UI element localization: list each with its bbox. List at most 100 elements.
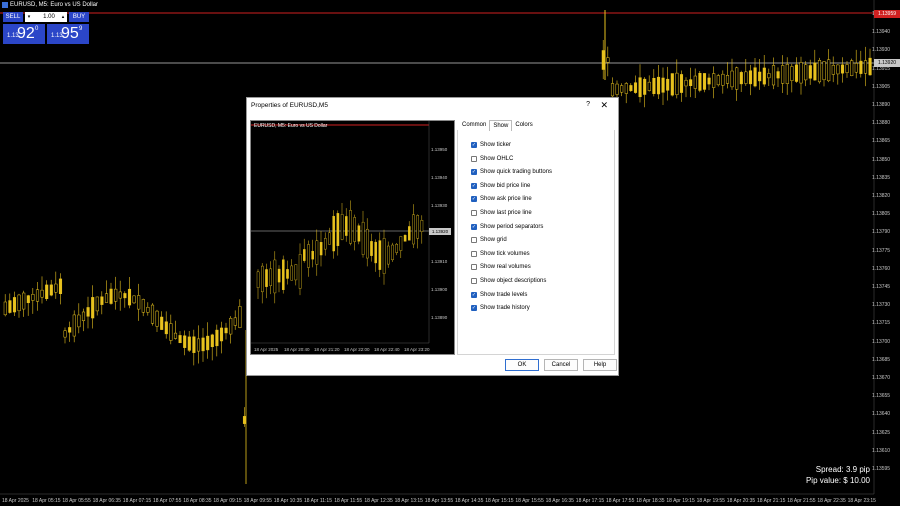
option-checkbox[interactable] xyxy=(471,278,477,284)
option-label: Show OHLC xyxy=(480,155,514,162)
option-checkbox[interactable]: ✓ xyxy=(471,182,477,189)
preview-candle xyxy=(265,263,268,299)
candle xyxy=(840,57,845,83)
candle xyxy=(164,311,168,339)
candle xyxy=(758,58,762,90)
option-label: Show period separators xyxy=(480,223,544,230)
bid-sup-digit: 0 xyxy=(35,26,39,32)
preview-candle xyxy=(374,239,377,272)
help-button[interactable]: Help xyxy=(583,359,617,371)
price-axis-label: 1.13685 xyxy=(872,356,891,363)
lot-decrease-icon[interactable]: ▾ xyxy=(26,12,32,22)
option-checkbox[interactable]: ✓ xyxy=(471,142,477,148)
preview-price-label: 1.13910 xyxy=(431,259,448,264)
close-icon[interactable]: ✕ xyxy=(600,100,608,111)
price-axis-label: 1.13745 xyxy=(872,284,891,290)
spread-info: Spread: 3.9 pip Pip value: $ 10.00 xyxy=(806,464,870,486)
price-axis-label: 1.13805 xyxy=(872,211,891,218)
preview-time-label: 18 Apr 20:40 xyxy=(284,347,310,352)
candle xyxy=(109,282,113,305)
candle xyxy=(859,50,863,78)
option-row[interactable]: ✓ Show ask price line xyxy=(471,196,532,203)
candle xyxy=(661,67,665,106)
buy-price-button[interactable]: 1.13 95 9 xyxy=(47,24,89,44)
candle xyxy=(91,285,95,329)
help-icon[interactable]: ? xyxy=(586,101,590,108)
preview-candle xyxy=(290,259,293,281)
candle xyxy=(86,296,90,329)
preview-candle xyxy=(315,229,319,276)
preview-candle xyxy=(328,227,331,245)
option-row[interactable]: ✓ Show trade levels xyxy=(471,291,528,298)
option-row[interactable]: ✓ Show period separators xyxy=(471,223,544,230)
time-axis-label: 18 Apr 10:35 xyxy=(273,498,303,504)
candle xyxy=(215,324,219,357)
option-row[interactable]: ✓ Show trade history xyxy=(471,305,530,312)
preview-time-label: 18 Apr 22:40 xyxy=(374,347,400,352)
candle xyxy=(689,67,693,98)
option-checkbox[interactable]: ✓ xyxy=(471,305,477,312)
option-checkbox[interactable]: ✓ xyxy=(471,223,477,230)
preview-time-label: 18 Apr 2025 xyxy=(254,347,279,352)
option-checkbox[interactable] xyxy=(471,264,477,271)
option-row[interactable]: Show object descriptions xyxy=(471,278,546,284)
buy-button[interactable]: BUY xyxy=(69,12,89,22)
lot-increase-icon[interactable]: ▴ xyxy=(60,12,66,22)
dialog-title: Properties of EURUSD,M5 xyxy=(251,102,328,109)
option-row[interactable]: Show grid xyxy=(471,237,507,244)
option-checkbox[interactable]: ✓ xyxy=(471,169,477,176)
preview-time-label: 18 Apr 23:20 xyxy=(404,347,430,352)
sell-price-button[interactable]: 1.13 92 0 xyxy=(3,24,45,44)
option-row[interactable]: Show OHLC xyxy=(471,155,514,162)
option-label: Show trade levels xyxy=(480,291,528,298)
option-row[interactable]: Show real volumes xyxy=(471,264,531,271)
candle xyxy=(40,276,44,304)
candle xyxy=(804,61,808,87)
option-row[interactable]: Show last price line xyxy=(471,210,532,216)
spread-text: Spread: 3.9 pip xyxy=(815,465,870,474)
preview-candle xyxy=(386,241,390,268)
price-axis-label: 1.13760 xyxy=(872,265,891,272)
candle xyxy=(104,280,109,303)
candle xyxy=(17,293,21,318)
candle xyxy=(238,299,242,329)
option-checkbox[interactable]: ✓ xyxy=(471,196,477,203)
bid-price-tag: 1.13920 xyxy=(874,59,900,67)
option-row[interactable]: ✓ Show ticker xyxy=(471,142,511,148)
candle xyxy=(100,291,104,315)
price-axis-label: 1.13730 xyxy=(872,302,891,309)
candle xyxy=(95,296,99,316)
ok-button[interactable]: OK xyxy=(505,359,539,371)
option-checkbox[interactable] xyxy=(471,210,477,216)
candle xyxy=(3,294,7,317)
time-axis-label: 18 Apr 15:15 xyxy=(485,498,514,504)
preview-price-label: 1.13940 xyxy=(431,175,448,180)
time-axis-label: 18 Apr 17:55 xyxy=(606,498,635,504)
time-axis-label: 18 Apr 12:35 xyxy=(364,498,393,504)
price-axis-label: 1.13820 xyxy=(872,193,891,199)
time-axis-label: 18 Apr 11:15 xyxy=(304,498,332,504)
candle xyxy=(854,49,858,79)
candle xyxy=(850,58,854,77)
time-axis-label: 18 Apr 14:35 xyxy=(455,498,484,504)
candle xyxy=(31,288,35,314)
sell-button[interactable]: SELL xyxy=(3,12,23,22)
preview-candle xyxy=(407,221,411,241)
lot-size-value[interactable]: 1.00 xyxy=(39,12,59,22)
preview-price-tag: 1.13920 xyxy=(429,228,451,235)
option-row[interactable]: Show tick volumes xyxy=(471,250,530,257)
candle xyxy=(776,67,780,88)
option-checkbox[interactable] xyxy=(471,250,477,257)
candle xyxy=(790,63,794,93)
option-row[interactable]: ✓ Show bid price line xyxy=(471,182,530,189)
option-checkbox[interactable] xyxy=(471,237,477,244)
option-row[interactable]: ✓ Show quick trading buttons xyxy=(471,169,552,176)
option-checkbox[interactable]: ✓ xyxy=(471,291,477,298)
option-checkbox[interactable] xyxy=(471,155,477,162)
preview-price-label: 1.13950 xyxy=(431,147,448,152)
candle xyxy=(68,321,72,342)
preview-candle xyxy=(344,208,348,242)
candle xyxy=(693,68,697,98)
cancel-button[interactable]: Cancel xyxy=(544,359,578,371)
lot-size-field[interactable]: ▾ 1.00 ▴ xyxy=(25,12,67,22)
